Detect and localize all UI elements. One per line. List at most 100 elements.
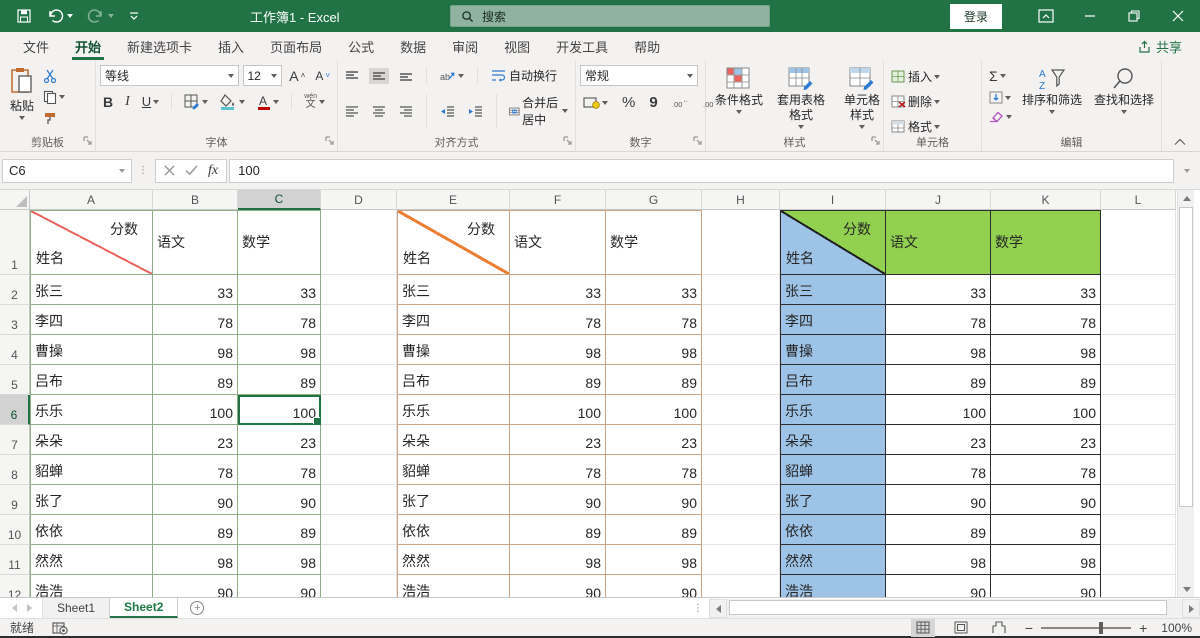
cell-D4[interactable]	[321, 335, 397, 365]
cell-G12[interactable]: 90	[606, 575, 702, 597]
cell-G6[interactable]: 100	[606, 395, 702, 425]
cell-K3[interactable]: 78	[991, 305, 1101, 335]
cell-B5[interactable]: 89	[153, 365, 238, 395]
clear-button[interactable]	[986, 109, 1015, 125]
sort-filter-button[interactable]: AZ 排序和筛选	[1017, 65, 1087, 116]
cell-L12[interactable]	[1101, 575, 1176, 597]
cell-B2[interactable]: 33	[153, 275, 238, 305]
undo-dropdown-icon[interactable]	[67, 14, 73, 18]
cell-C2[interactable]: 33	[238, 275, 321, 305]
tab-新建选项卡[interactable]: 新建选项卡	[114, 32, 205, 60]
cell-C7[interactable]: 23	[238, 425, 321, 455]
cell-E1[interactable]: 分数姓名	[397, 210, 510, 275]
comma-style-button[interactable]: 9	[646, 92, 660, 113]
close-button[interactable]	[1156, 0, 1200, 32]
format-painter-button[interactable]	[40, 109, 68, 127]
cell-F4[interactable]: 98	[510, 335, 606, 365]
scroll-left-icon[interactable]	[709, 599, 727, 618]
cell-A5[interactable]: 吕布	[30, 365, 153, 395]
tab-数据[interactable]: 数据	[387, 32, 439, 60]
cell-C8[interactable]: 78	[238, 455, 321, 485]
cell-G1[interactable]: 数学	[606, 210, 702, 275]
row-header-12[interactable]: 12	[0, 575, 30, 597]
tab-视图[interactable]: 视图	[491, 32, 543, 60]
cell-A8[interactable]: 貂蝉	[30, 455, 153, 485]
decrease-indent-button[interactable]	[437, 103, 458, 119]
cell-K11[interactable]: 98	[991, 545, 1101, 575]
cell-K8[interactable]: 78	[991, 455, 1101, 485]
cell-H7[interactable]	[702, 425, 780, 455]
cell-F6[interactable]: 100	[510, 395, 606, 425]
cell-J1[interactable]: 语文	[886, 210, 991, 275]
cell-K6[interactable]: 100	[991, 395, 1101, 425]
cell-I1[interactable]: 分数姓名	[780, 210, 886, 275]
ribbon-display-options-icon[interactable]	[1024, 0, 1068, 32]
align-right-button[interactable]	[396, 103, 416, 119]
alignment-dialog-launcher-icon[interactable]	[563, 134, 572, 148]
cell-K10[interactable]: 89	[991, 515, 1101, 545]
fill-color-button[interactable]	[217, 92, 248, 112]
cell-G2[interactable]: 33	[606, 275, 702, 305]
cell-I12[interactable]: 浩浩	[780, 575, 886, 597]
cell-B7[interactable]: 23	[153, 425, 238, 455]
row-header-2[interactable]: 2	[0, 275, 30, 305]
sign-in-button[interactable]: 登录	[950, 4, 1002, 29]
cell-J7[interactable]: 23	[886, 425, 991, 455]
scroll-up-icon[interactable]	[1178, 190, 1195, 206]
align-bottom-button[interactable]	[396, 68, 416, 84]
cell-G3[interactable]: 78	[606, 305, 702, 335]
cell-K1[interactable]: 数学	[991, 210, 1101, 275]
tab-开始[interactable]: 开始	[62, 32, 114, 60]
cell-J5[interactable]: 89	[886, 365, 991, 395]
cell-I11[interactable]: 然然	[780, 545, 886, 575]
redo-button[interactable]	[87, 8, 114, 24]
cell-K9[interactable]: 90	[991, 485, 1101, 515]
cell-C11[interactable]: 98	[238, 545, 321, 575]
paste-button[interactable]: 粘贴	[4, 65, 40, 135]
cell-D12[interactable]	[321, 575, 397, 597]
cell-E6[interactable]: 乐乐	[397, 395, 510, 425]
column-header-B[interactable]: B	[153, 190, 238, 210]
cell-L11[interactable]	[1101, 545, 1176, 575]
font-name-combo[interactable]: 等线	[100, 65, 239, 86]
cell-D6[interactable]	[321, 395, 397, 425]
wrap-text-button[interactable]: 自动换行	[488, 65, 560, 86]
cell-E7[interactable]: 朵朵	[397, 425, 510, 455]
number-format-combo[interactable]: 常规	[580, 65, 698, 86]
cell-A10[interactable]: 依依	[30, 515, 153, 545]
column-header-H[interactable]: H	[702, 190, 780, 210]
cell-D10[interactable]	[321, 515, 397, 545]
cell-F1[interactable]: 语文	[510, 210, 606, 275]
formula-input[interactable]: 100	[229, 159, 1174, 183]
align-top-button[interactable]	[342, 68, 362, 84]
previous-sheet-icon[interactable]	[12, 604, 17, 612]
cell-J11[interactable]: 98	[886, 545, 991, 575]
cell-H5[interactable]	[702, 365, 780, 395]
restore-button[interactable]	[1112, 0, 1156, 32]
cell-A1[interactable]: 分数姓名	[30, 210, 153, 275]
cell-E3[interactable]: 李四	[397, 305, 510, 335]
column-header-E[interactable]: E	[397, 190, 510, 210]
cell-G8[interactable]: 78	[606, 455, 702, 485]
column-header-K[interactable]: K	[991, 190, 1101, 210]
cell-C1[interactable]: 数学	[238, 210, 321, 275]
expand-formula-bar-icon[interactable]	[1176, 169, 1198, 173]
increase-font-size-button[interactable]: A˄	[286, 66, 308, 86]
cell-D7[interactable]	[321, 425, 397, 455]
row-header-9[interactable]: 9	[0, 485, 30, 515]
cell-J12[interactable]: 90	[886, 575, 991, 597]
cell-H4[interactable]	[702, 335, 780, 365]
normal-view-icon[interactable]	[911, 619, 935, 637]
cell-F11[interactable]: 98	[510, 545, 606, 575]
cell-C9[interactable]: 90	[238, 485, 321, 515]
cell-J4[interactable]: 98	[886, 335, 991, 365]
cell-E5[interactable]: 吕布	[397, 365, 510, 395]
cell-A6[interactable]: 乐乐	[30, 395, 153, 425]
cell-L8[interactable]	[1101, 455, 1176, 485]
insert-function-icon[interactable]: fx	[208, 163, 218, 179]
cell-B12[interactable]: 90	[153, 575, 238, 597]
cell-K5[interactable]: 89	[991, 365, 1101, 395]
cell-E4[interactable]: 曹操	[397, 335, 510, 365]
cell-J8[interactable]: 78	[886, 455, 991, 485]
cell-K7[interactable]: 23	[991, 425, 1101, 455]
